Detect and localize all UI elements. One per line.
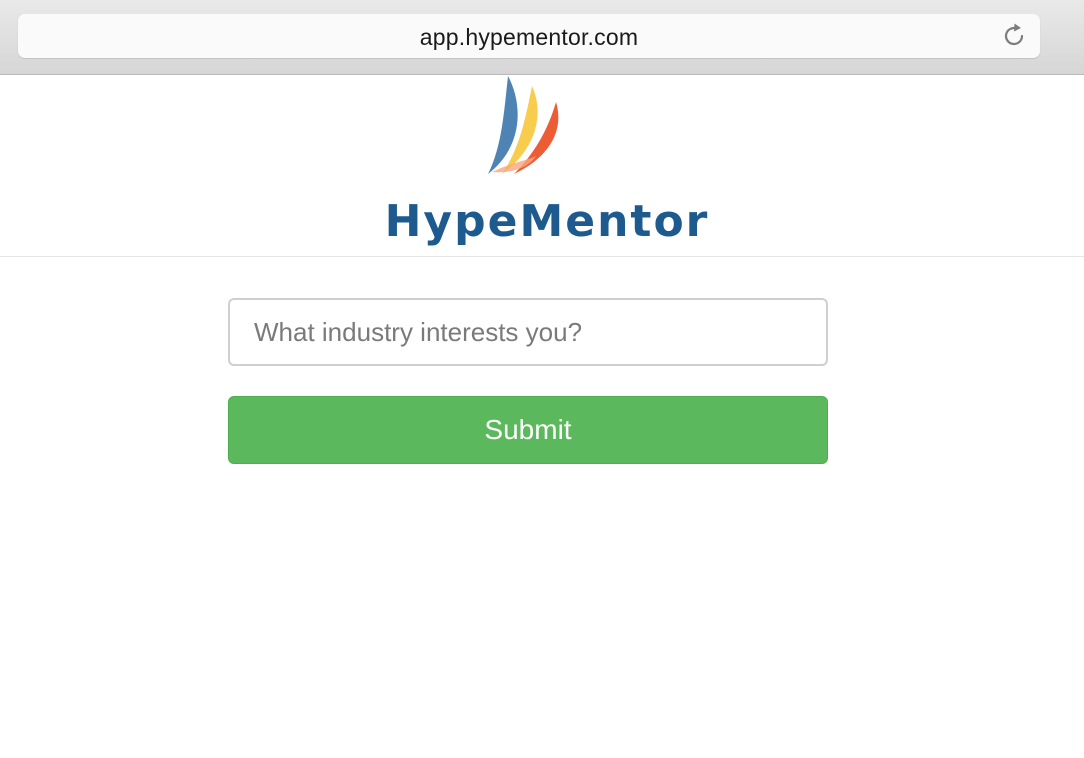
industry-input[interactable]: [228, 298, 828, 366]
browser-toolbar: app.hypementor.com: [0, 0, 1084, 75]
sail-logo-icon[interactable]: [478, 76, 568, 176]
reload-icon[interactable]: [1000, 22, 1028, 50]
site-header: HypeMentor: [0, 76, 1084, 257]
address-bar[interactable]: app.hypementor.com: [18, 14, 1040, 58]
brand-wordmark[interactable]: HypeMentor: [0, 196, 1084, 247]
submit-button[interactable]: Submit: [228, 396, 828, 464]
url-text[interactable]: app.hypementor.com: [18, 24, 1040, 51]
